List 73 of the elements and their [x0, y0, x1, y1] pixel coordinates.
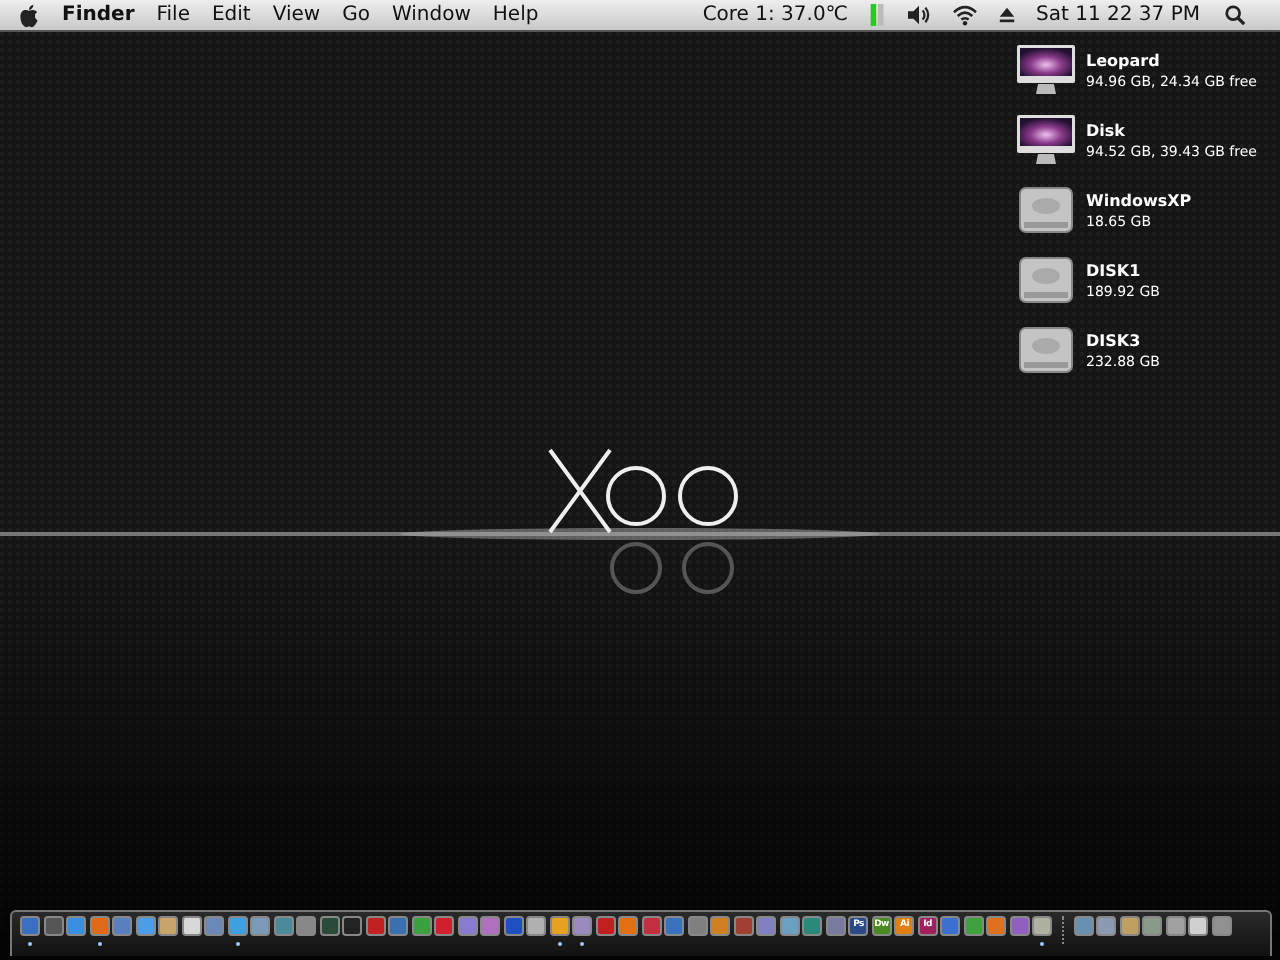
- app-icon[interactable]: [618, 916, 639, 936]
- dock-divider: [1061, 916, 1065, 944]
- menu-item[interactable]: File: [156, 4, 190, 26]
- app-icon[interactable]: [227, 916, 248, 936]
- app-icon[interactable]: [572, 916, 593, 936]
- app-icon[interactable]: [664, 916, 685, 936]
- wifi-icon[interactable]: [952, 4, 979, 26]
- clock[interactable]: Sat 11 22 37 PM: [1036, 4, 1200, 26]
- app-icon[interactable]: [802, 916, 823, 936]
- app-icon[interactable]: [135, 916, 156, 936]
- app-icon[interactable]: [1211, 916, 1232, 936]
- menu-item[interactable]: Go: [342, 4, 370, 26]
- app-icon[interactable]: [1073, 916, 1094, 936]
- app-icon[interactable]: [66, 916, 87, 936]
- menu-item[interactable]: Edit: [211, 4, 251, 26]
- app-icon[interactable]: [1096, 916, 1117, 936]
- app-menu[interactable]: Finder: [62, 4, 135, 26]
- app-icon[interactable]: [756, 916, 777, 936]
- app-icon[interactable]: [250, 916, 271, 936]
- app-icon[interactable]: [595, 916, 616, 936]
- volume-name: DISK3: [1086, 331, 1143, 349]
- computer-icon[interactable]: [1016, 44, 1076, 96]
- app-icon[interactable]: [1032, 916, 1053, 936]
- app-icon[interactable]: [457, 916, 478, 936]
- app-icon[interactable]: [687, 916, 708, 936]
- menu-item[interactable]: View: [272, 4, 321, 26]
- hard-drive-icon[interactable]: [1016, 184, 1076, 236]
- app-icon[interactable]: [365, 916, 386, 936]
- eject-icon[interactable]: [998, 4, 1017, 26]
- volume-icon[interactable]: [906, 4, 933, 26]
- menu-item[interactable]: Window: [391, 4, 471, 26]
- app-icon[interactable]: [641, 916, 662, 936]
- app-icon[interactable]: [204, 916, 225, 936]
- search-icon[interactable]: [1222, 4, 1248, 26]
- app-icon[interactable]: [319, 916, 340, 936]
- volume-name: DISK1: [1086, 261, 1143, 279]
- apple-icon[interactable]: [18, 3, 40, 27]
- app-icon[interactable]: [1188, 916, 1209, 936]
- app-icon[interactable]: [963, 916, 984, 936]
- app-icon[interactable]: [158, 916, 179, 936]
- app-icon[interactable]: [549, 916, 570, 936]
- app-icon[interactable]: [411, 916, 432, 936]
- app-icon[interactable]: [779, 916, 800, 936]
- app-icon[interactable]: [526, 916, 547, 936]
- hard-drive-icon[interactable]: [1016, 254, 1076, 306]
- app-icon[interactable]: [296, 916, 317, 936]
- app-icon[interactable]: [181, 916, 202, 936]
- app-icon[interactable]: [940, 916, 961, 936]
- app-icon[interactable]: [342, 916, 363, 936]
- volume-name: WindowsXP: [1086, 191, 1192, 209]
- app-icon[interactable]: [273, 916, 294, 936]
- app-icon[interactable]: [825, 916, 846, 936]
- volume-name: Leopard: [1086, 51, 1162, 69]
- menu-item[interactable]: Help: [492, 4, 539, 26]
- temperature-reading[interactable]: Core 1: 37.0℃: [702, 4, 849, 26]
- app-icon[interactable]: [1165, 916, 1186, 936]
- app-icon[interactable]: [112, 916, 133, 936]
- app-icon[interactable]: [503, 916, 524, 936]
- app-icon[interactable]: [388, 916, 409, 936]
- computer-icon[interactable]: [1016, 114, 1076, 166]
- app-icon[interactable]: [89, 916, 110, 936]
- hard-drive-icon[interactable]: [1016, 324, 1076, 376]
- volume-name: Disk: [1086, 121, 1127, 139]
- app-icon[interactable]: [20, 916, 41, 936]
- app-icon[interactable]: [480, 916, 501, 936]
- app-icon[interactable]: [986, 916, 1007, 936]
- app-icon[interactable]: [733, 916, 754, 936]
- app-icon[interactable]: [434, 916, 455, 936]
- app-icon[interactable]: [1119, 916, 1140, 936]
- app-icon[interactable]: [1009, 916, 1030, 936]
- app-icon[interactable]: [43, 916, 64, 936]
- app-icon[interactable]: [1142, 916, 1163, 936]
- app-icon[interactable]: [710, 916, 731, 936]
